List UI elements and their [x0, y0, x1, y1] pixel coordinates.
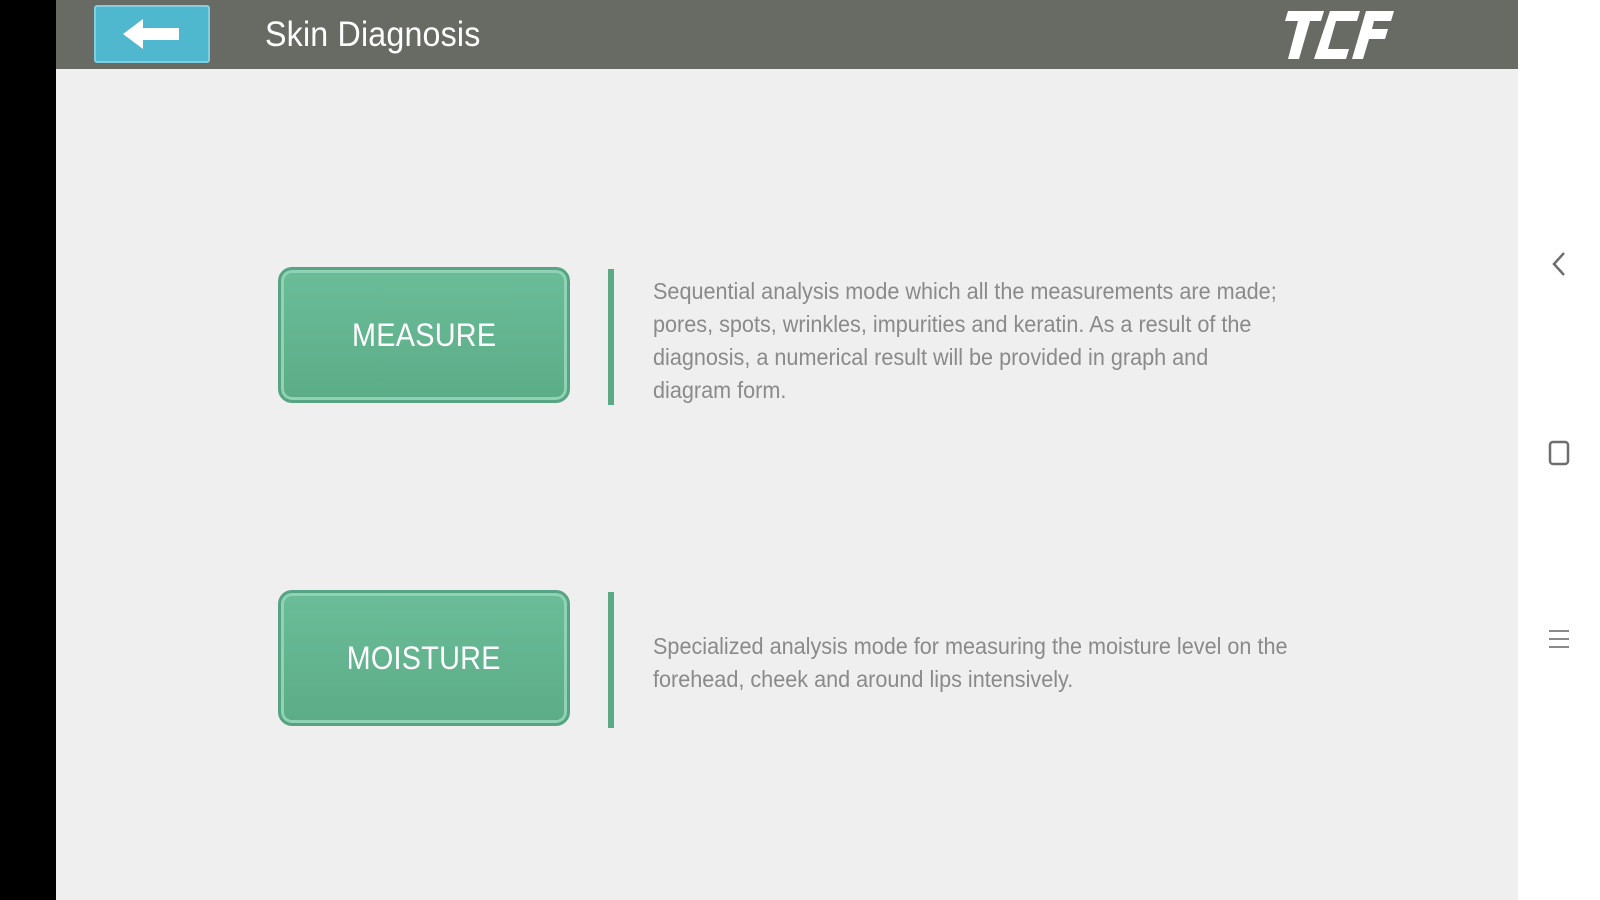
nav-menu-button[interactable] [1544, 624, 1574, 654]
nav-home-button[interactable] [1544, 438, 1574, 468]
moisture-button-label: MOISTURE [346, 639, 502, 676]
header-bar: Skin Diagnosis [56, 0, 1518, 69]
measure-button[interactable]: MEASURE [278, 267, 570, 403]
chevron-left-icon [1552, 252, 1565, 276]
measure-button-label: MEASURE [351, 316, 497, 353]
left-bezel [0, 0, 56, 900]
nav-back-button[interactable] [1544, 249, 1574, 279]
divider [608, 592, 614, 728]
app-window: Skin Diagnosis MEASURE Sequential analys… [56, 0, 1518, 900]
square-icon [1548, 440, 1570, 466]
moisture-row: MOISTURE Specialized analysis mode for m… [278, 590, 1378, 730]
moisture-description: Specialized analysis mode for measuring … [653, 633, 1288, 692]
system-nav-bar [1518, 0, 1600, 900]
divider [608, 269, 614, 405]
measure-description: Sequential analysis mode which all the m… [653, 278, 1277, 403]
menu-icon [1549, 630, 1569, 648]
back-button[interactable] [94, 5, 210, 63]
tcf-logo [1285, 11, 1394, 59]
moisture-button[interactable]: MOISTURE [278, 590, 570, 726]
device-screen: Skin Diagnosis MEASURE Sequential analys… [0, 0, 1600, 900]
measure-row: MEASURE Sequential analysis mode which a… [278, 267, 1378, 407]
arrow-left-icon [123, 19, 179, 49]
page-title: Skin Diagnosis [265, 15, 481, 54]
